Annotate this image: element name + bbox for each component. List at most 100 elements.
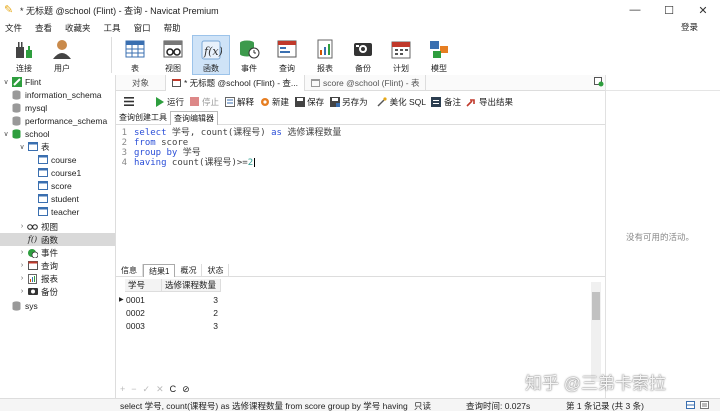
tab-query-editor[interactable]: 查询编辑器	[170, 111, 218, 125]
tree-db-information-schema[interactable]: information_schema	[10, 88, 102, 101]
delete-record-button[interactable]: −	[131, 384, 136, 394]
stop-loading-button[interactable]: ⊘	[182, 384, 190, 395]
column-header-student-id[interactable]: 学号	[125, 279, 162, 292]
collapse-arrow-icon[interactable]: ∨	[18, 143, 26, 151]
export-results-button[interactable]: 导出结果	[466, 96, 513, 108]
tab-profile[interactable]: 概况	[175, 264, 203, 277]
tree-db-performance-schema[interactable]: performance_schema	[10, 114, 107, 127]
database-icon	[11, 89, 22, 100]
tree-queries-folder[interactable]: › 查询	[18, 259, 58, 272]
form-view-icon[interactable]	[700, 401, 709, 411]
plug-icon	[12, 37, 36, 61]
tab-result1[interactable]: 结果1	[143, 264, 176, 277]
note-button[interactable]: 备注	[431, 96, 461, 108]
table-row[interactable]: 0002 2	[116, 307, 221, 320]
tree-functions-folder[interactable]: f() 函数	[0, 233, 115, 246]
save-as-button[interactable]: 另存为	[329, 96, 368, 108]
tree-table-score[interactable]: score	[36, 179, 72, 192]
toolbar-backup-button[interactable]: 备份	[344, 35, 382, 75]
tree-views-folder[interactable]: › 视图	[18, 220, 58, 233]
minimize-button[interactable]: —	[618, 0, 652, 20]
window-title: * 无标题 @school (Flint) - 查询 - Navicat Pre…	[20, 5, 219, 16]
line-number: 4	[121, 158, 127, 168]
maximize-button[interactable]: ☐	[652, 0, 686, 20]
tree-table-course1[interactable]: course1	[36, 166, 81, 179]
expand-arrow-icon[interactable]: ›	[18, 275, 26, 282]
code-line: 4 having count(课程号)>= 2	[116, 158, 256, 168]
close-button[interactable]: ✕	[686, 0, 720, 20]
collapse-arrow-icon[interactable]: ∨	[2, 130, 10, 138]
table-row[interactable]: 0003 3	[116, 320, 221, 333]
toolbar-table-button[interactable]: 表	[116, 35, 154, 75]
menu-help[interactable]: 帮助	[159, 22, 189, 34]
expand-arrow-icon[interactable]: ›	[18, 288, 26, 295]
toolbar-view-button[interactable]: 视图	[154, 35, 192, 75]
sql-editor[interactable]: 1 select 学号, count(课程号) as 选修课程数量 2 from…	[116, 127, 605, 263]
tab-untitled-query[interactable]: * 无标题 @school (Flint) - 查...	[166, 75, 305, 91]
table-icon	[37, 194, 48, 204]
refresh-button[interactable]: C	[170, 384, 177, 394]
tree-table-student[interactable]: student	[36, 192, 79, 205]
menu-view[interactable]: 查看	[30, 22, 60, 34]
new-query-button[interactable]: 新建	[259, 96, 289, 108]
expand-arrow-icon[interactable]: ›	[18, 249, 26, 256]
status-readonly: 只读	[414, 401, 432, 411]
tab-objects[interactable]: 对象	[116, 75, 167, 91]
beautify-sql-button[interactable]: 美化 SQL	[377, 96, 426, 108]
tree-backups-folder[interactable]: › 备份	[18, 285, 58, 298]
tree-db-school[interactable]: ∨ school	[2, 127, 49, 140]
tree-connection[interactable]: ∨ Flint	[2, 75, 41, 88]
apply-changes-button[interactable]: ✓	[143, 384, 151, 395]
menu-tools[interactable]: 工具	[99, 22, 129, 34]
hamburger-menu-button[interactable]	[123, 96, 136, 107]
tree-reports-folder[interactable]: › 报表	[18, 272, 58, 285]
tree-db-mysql[interactable]: mysql	[10, 101, 47, 114]
tab-score-table[interactable]: score @school (Flint) - 表	[305, 75, 427, 91]
column-header-course-count[interactable]: 选修课程数量	[162, 279, 221, 292]
add-record-button[interactable]: +	[120, 384, 125, 394]
expand-arrow-icon[interactable]: ›	[18, 223, 26, 230]
toolbar-label: 备份	[355, 64, 371, 73]
toolbar-report-button[interactable]: 报表	[306, 35, 344, 75]
query-icon	[275, 37, 299, 61]
table-row[interactable]: ▶ 0001 3	[116, 294, 221, 307]
menu-favorites[interactable]: 收藏夹	[60, 22, 99, 34]
cancel-changes-button[interactable]: ✕	[156, 384, 164, 395]
toolbar-schedule-button[interactable]: 计划	[382, 35, 420, 75]
code-line: 1 select 学号, count(课程号) as 选修课程数量	[116, 128, 342, 138]
toolbar-user-button[interactable]: 用户	[43, 35, 81, 75]
toolbar-event-button[interactable]: 事件	[230, 35, 268, 75]
tab-status[interactable]: 状态	[202, 264, 230, 277]
tree-table-course[interactable]: course	[36, 153, 77, 166]
stop-button[interactable]: 停止	[189, 96, 219, 108]
expand-arrow-icon[interactable]: ›	[18, 262, 26, 269]
menu-file[interactable]: 文件	[0, 22, 30, 34]
database-icon	[11, 115, 22, 126]
login-link[interactable]: 登录	[681, 21, 698, 33]
run-button[interactable]: 运行	[154, 96, 184, 108]
toolbar-model-button[interactable]: 模型	[420, 35, 458, 75]
save-button[interactable]: 保存	[294, 96, 324, 108]
save-icon	[294, 96, 305, 107]
toolbar-query-button[interactable]: 查询	[268, 35, 306, 75]
toolbar-label: 视图	[165, 64, 181, 73]
tree-table-teacher[interactable]: teacher	[36, 205, 79, 218]
tab-query-builder[interactable]: 查询创建工具	[116, 111, 170, 125]
menu-window[interactable]: 窗口	[129, 22, 159, 34]
grid-view-icon[interactable]	[686, 401, 695, 411]
view-icon	[27, 222, 38, 232]
toolbar-label: 查询	[279, 64, 295, 73]
event-icon	[237, 37, 261, 61]
add-query-icon[interactable]	[594, 77, 604, 89]
results-scrollbar[interactable]	[591, 282, 601, 382]
scrollbar-thumb[interactable]	[592, 292, 600, 320]
tree-events-folder[interactable]: › 事件	[18, 246, 58, 259]
tab-info[interactable]: 信息	[116, 264, 143, 277]
table-icon	[37, 181, 48, 191]
toolbar-connection-button[interactable]: 连接	[5, 35, 43, 75]
tree-db-sys[interactable]: sys	[10, 299, 38, 312]
tree-tables-folder[interactable]: ∨ 表	[18, 140, 49, 153]
explain-button[interactable]: 解释	[224, 96, 254, 108]
collapse-arrow-icon[interactable]: ∨	[2, 78, 10, 86]
toolbar-function-button[interactable]: f(x) 函数	[192, 35, 230, 75]
